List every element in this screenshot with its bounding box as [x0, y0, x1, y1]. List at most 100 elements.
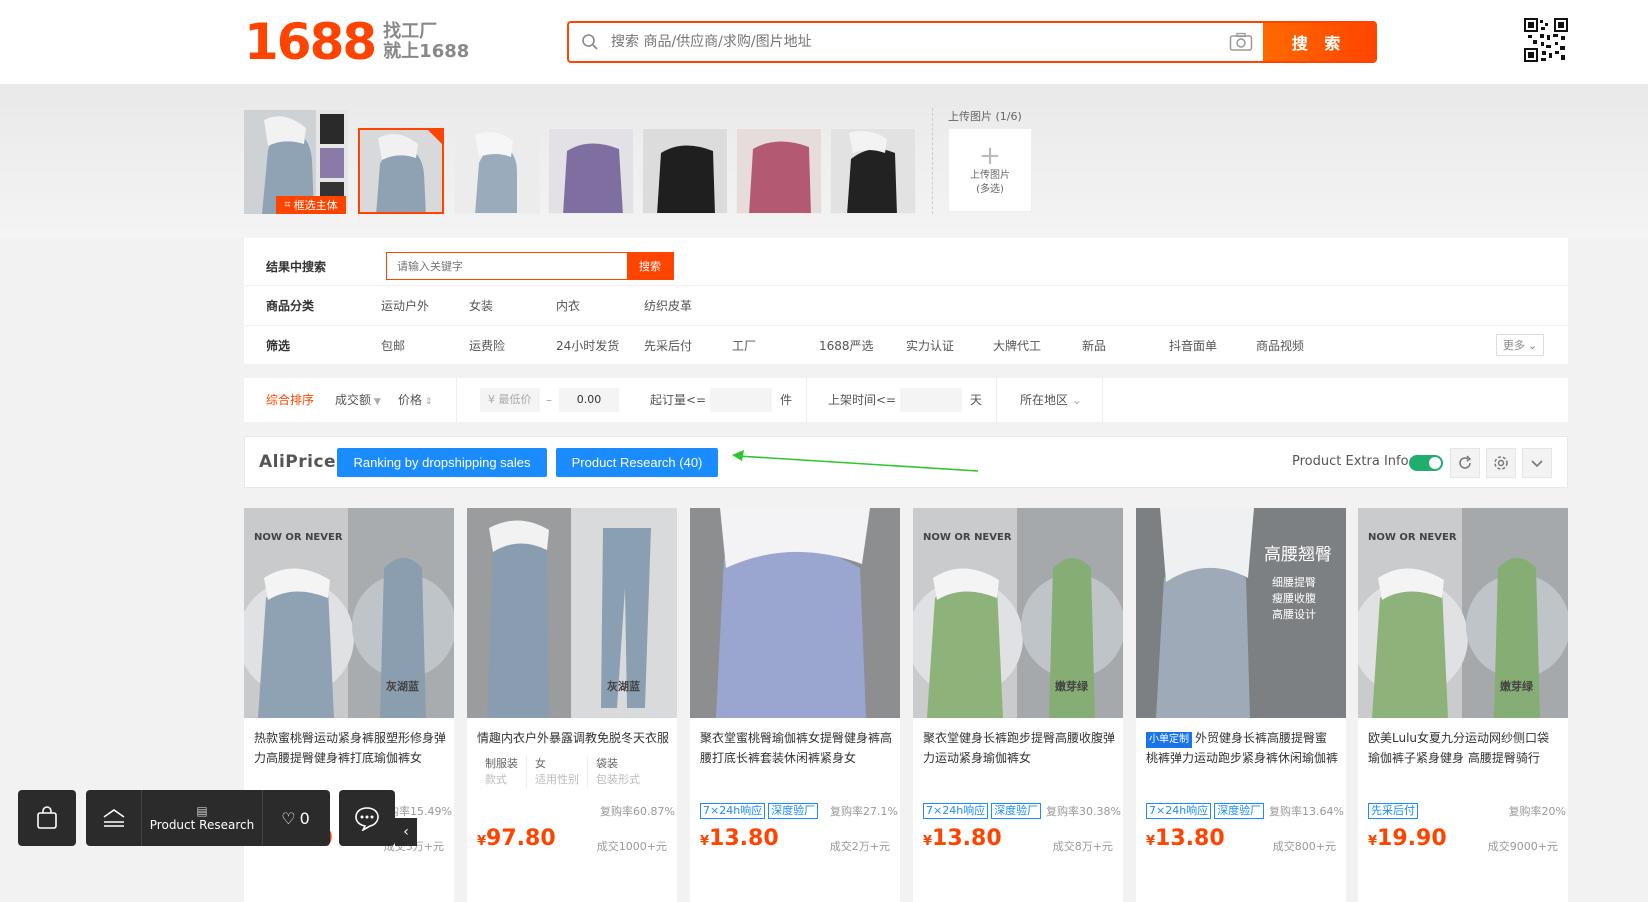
listing-time-label: 上架时间<= — [828, 393, 897, 407]
product-price: ¥13.80 — [700, 826, 779, 851]
category-item[interactable]: 女装 — [469, 297, 493, 314]
product-image-point: 高腰设计 — [1272, 607, 1316, 621]
chevron-down-icon: ⌄ — [1527, 338, 1538, 352]
sort-divider — [456, 378, 457, 422]
product-attributes: 制服装 款式 女适用性别 袋装 包装形式 — [477, 756, 648, 788]
sort-price[interactable]: 价格 ⇕ — [398, 378, 432, 422]
category-item[interactable]: 纺织皮革 — [644, 297, 692, 314]
filter-item[interactable]: 24小时发货 — [556, 337, 619, 354]
product-title[interactable]: 欧美Lulu女夏九分运动网纱侧口袋瑜伽裤子紧身健身 高腰提臀骑行 — [1368, 728, 1560, 768]
product-card[interactable]: 高腰翘臀 细腰提臀 瘦腰收腹 高腰设计 小单定制 外贸健身长裤高腰提臀蜜桃裤弹力运… — [1136, 508, 1346, 902]
similar-thumb-5[interactable] — [736, 128, 822, 214]
factory-badge: 深度验厂 — [768, 803, 819, 819]
shopping-bag-icon — [37, 806, 57, 829]
product-image[interactable]: NOW OR NEVER 嫩芽绿 — [913, 508, 1123, 718]
filter-item[interactable]: 大牌代工 — [993, 337, 1041, 354]
product-card[interactable]: NOW OR NEVER 嫩芽绿 聚衣堂健身长裤跑步提臀高腰收腹弹力运动紧身瑜伽… — [913, 508, 1123, 902]
settings-gear-icon[interactable] — [1486, 448, 1516, 478]
chevron-left-icon[interactable]: ‹ — [395, 818, 417, 846]
product-image-caption: 灰湖蓝 — [386, 679, 419, 693]
filter-row: 筛选 包邮 运费险 24小时发货 先采后付 工厂 1688严选 实力认证 大牌代… — [244, 326, 1568, 364]
chevron-down-icon[interactable] — [1522, 448, 1552, 478]
sort-price-label: 价格 — [398, 393, 423, 407]
main-search-input[interactable] — [605, 23, 1219, 61]
upload-image-button[interactable]: + 上传图片 (多选) — [948, 128, 1032, 212]
product-research-button[interactable]: Product Research (40) — [556, 448, 718, 477]
product-title[interactable]: 聚衣堂蜜桃臀瑜伽裤女提臀健身裤高腰打底长裤套装休闲裤紧身女 — [700, 728, 892, 768]
product-image-caption: 嫩芽绿 — [1055, 679, 1089, 693]
product-title[interactable]: 情趣内衣户外暴露调教免脱冬天衣服 — [477, 728, 669, 748]
similar-thumb-6[interactable] — [830, 128, 916, 214]
ranking-dropshipping-button[interactable]: Ranking by dropshipping sales — [337, 448, 547, 477]
filter-panel: 结果中搜索 搜索 商品分类 运动户外 女装 内衣 纺织皮革 筛选 包邮 运费险 … — [244, 238, 1568, 364]
more-filters-button[interactable]: 更多 ⌄ — [1496, 334, 1544, 356]
extra-info-toggle[interactable] — [1409, 455, 1443, 471]
filter-item[interactable]: 先采后付 — [644, 337, 692, 354]
product-image[interactable]: NOW OR NEVER 嫩芽绿 — [1358, 508, 1568, 718]
main-search-box: 搜 索 — [567, 21, 1377, 63]
category-item[interactable]: 运动户外 — [381, 297, 429, 314]
toolbar-research-button[interactable]: ▤ Product Research — [142, 804, 262, 832]
filter-item[interactable]: 工厂 — [732, 337, 756, 354]
filter-item[interactable]: 实力认证 — [906, 337, 954, 354]
sold-amount: 成交1000+元 — [596, 840, 667, 853]
product-price-value: 97.80 — [486, 826, 556, 851]
sort-comprehensive[interactable]: 综合排序 — [266, 378, 314, 422]
document-icon: ▤ — [196, 804, 208, 818]
similar-thumb-3[interactable] — [548, 128, 634, 214]
filter-item[interactable]: 包邮 — [381, 337, 405, 354]
region-dropdown[interactable]: 所在地区 ⌄ — [1020, 378, 1082, 422]
chat-button[interactable] — [339, 790, 395, 846]
product-price-value: 13.80 — [932, 826, 1002, 851]
category-item[interactable]: 内衣 — [556, 297, 580, 314]
chevron-down-icon: ⌄ — [1068, 393, 1082, 407]
similar-thumb-1[interactable] — [358, 128, 444, 214]
sort-volume-label: 成交额 — [335, 393, 372, 407]
response-badge: 7×24h响应 — [923, 803, 989, 819]
product-image[interactable]: NOW OR NEVER 灰湖蓝 — [244, 508, 454, 718]
max-price-input[interactable]: 0.00 — [559, 388, 619, 412]
listing-time-unit: 天 — [970, 393, 983, 407]
logo-slogan: 找工厂 就上1688 — [383, 22, 469, 62]
filter-item[interactable]: 运费险 — [469, 337, 505, 354]
filter-item[interactable]: 新品 — [1082, 337, 1106, 354]
sort-volume[interactable]: 成交额 ▼ — [335, 378, 381, 422]
category-row: 商品分类 运动户外 女装 内衣 纺织皮革 — [244, 286, 1568, 326]
min-price-input[interactable]: ¥ 最低价 — [480, 388, 540, 412]
product-image[interactable]: 灰湖蓝 — [467, 508, 677, 718]
inner-search-button[interactable]: 搜索 — [627, 253, 673, 279]
inner-search-input[interactable] — [387, 253, 627, 279]
product-card[interactable]: 灰湖蓝 情趣内衣户外暴露调教免脱冬天衣服 制服装 款式 女适用性别 袋装 包装形式 … — [467, 508, 677, 902]
filter-item[interactable]: 商品视频 — [1256, 337, 1304, 354]
product-card[interactable]: 聚衣堂蜜桃臀瑜伽裤女提臀健身裤高腰打底长裤套装休闲裤紧身女 7×24h响应 深度… — [690, 508, 900, 902]
product-price-value: 13.80 — [1155, 826, 1225, 851]
min-order-input[interactable] — [710, 388, 772, 412]
product-image[interactable]: 高腰翘臀 细腰提臀 瘦腰收腹 高腰设计 — [1136, 508, 1346, 718]
refresh-icon[interactable] — [1450, 448, 1480, 478]
camera-icon[interactable] — [1219, 23, 1263, 61]
similar-thumb-4[interactable] — [642, 128, 728, 214]
site-logo[interactable]: 1688 找工厂 就上1688 — [244, 14, 469, 70]
crop-icon: ⌗ — [284, 198, 291, 211]
shopping-bag-button[interactable] — [18, 790, 76, 846]
factory-badge: 深度验厂 — [1214, 803, 1265, 819]
filter-item[interactable]: 抖音面单 — [1169, 337, 1217, 354]
main-search-button[interactable]: 搜 索 — [1263, 23, 1375, 61]
product-title[interactable]: 小单定制外贸健身长裤高腰提臀蜜桃裤弹力运动跑步紧身裤休闲瑜伽裤小 — [1146, 728, 1338, 768]
favorites-button[interactable]: ♡ 0 — [262, 790, 328, 846]
frame-subject-button[interactable]: ⌗ 框选主体 — [276, 196, 346, 214]
attr-value: 女 — [535, 757, 546, 770]
product-title[interactable]: 聚衣堂健身长裤跑步提臀高腰收腹弹力运动紧身瑜伽裤女 — [923, 728, 1115, 768]
attr-item: 制服装 款式 — [477, 756, 527, 788]
product-title[interactable]: 热款蜜桃臀运动紧身裤服塑形修身弹力高腰提臀健身裤打底瑜伽裤女 — [254, 728, 446, 768]
collapse-icon[interactable] — [86, 790, 142, 846]
product-card[interactable]: NOW OR NEVER 嫩芽绿 欧美Lulu女夏九分运动网纱侧口袋瑜伽裤子紧身… — [1358, 508, 1568, 902]
listing-time-input[interactable] — [900, 388, 962, 412]
product-image[interactable] — [690, 508, 900, 718]
sort-bar: 综合排序 成交额 ▼ 价格 ⇕ ¥ 最低价 – 0.00 起订量<= 件 上架时… — [244, 378, 1568, 422]
filter-item[interactable]: 1688严选 — [819, 337, 874, 354]
qr-code-icon[interactable] — [1524, 18, 1568, 62]
similar-thumb-2[interactable] — [454, 128, 540, 214]
research-toolbar: ▤ Product Research ♡ 0 — [86, 790, 330, 846]
attr-item: 袋装 包装形式 — [588, 756, 648, 788]
